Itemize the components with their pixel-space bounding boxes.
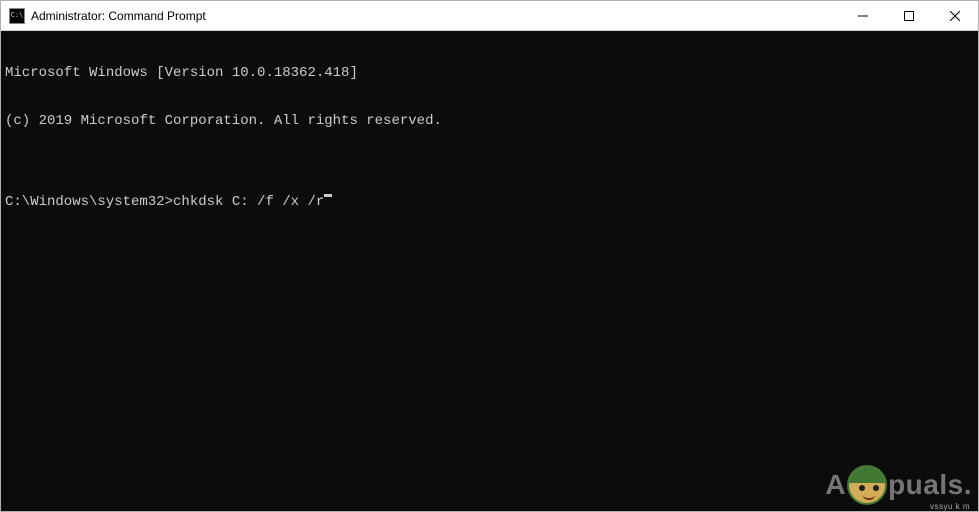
cursor-icon xyxy=(324,194,332,197)
watermark-text-left: A xyxy=(825,469,846,501)
watermark: A puals. xyxy=(825,465,972,505)
console-output-line: Microsoft Windows [Version 10.0.18362.41… xyxy=(5,65,974,81)
console-output-line: (c) 2019 Microsoft Corporation. All righ… xyxy=(5,113,974,129)
watermark-attribution: vssyu k m xyxy=(930,502,970,511)
console-prompt: C:\Windows\system32> xyxy=(5,194,173,210)
window-title: Administrator: Command Prompt xyxy=(31,9,840,23)
cmd-icon-label: C:\ xyxy=(11,12,24,19)
cmd-icon: C:\ xyxy=(9,8,25,24)
console-area[interactable]: Microsoft Windows [Version 10.0.18362.41… xyxy=(1,31,978,511)
watermark-text-right: puals. xyxy=(888,469,972,501)
titlebar[interactable]: C:\ Administrator: Command Prompt xyxy=(1,1,978,31)
close-icon xyxy=(950,11,960,21)
window-controls xyxy=(840,1,978,30)
console-input[interactable]: chkdsk C: /f /x /r xyxy=(173,194,324,210)
maximize-button[interactable] xyxy=(886,1,932,30)
minimize-icon xyxy=(858,11,868,21)
console-prompt-line: C:\Windows\system32>chkdsk C: /f /x /r xyxy=(5,194,974,210)
watermark-face-icon xyxy=(847,465,887,505)
app-window: C:\ Administrator: Command Prompt Micros… xyxy=(0,0,979,512)
minimize-button[interactable] xyxy=(840,1,886,30)
close-button[interactable] xyxy=(932,1,978,30)
maximize-icon xyxy=(904,11,914,21)
